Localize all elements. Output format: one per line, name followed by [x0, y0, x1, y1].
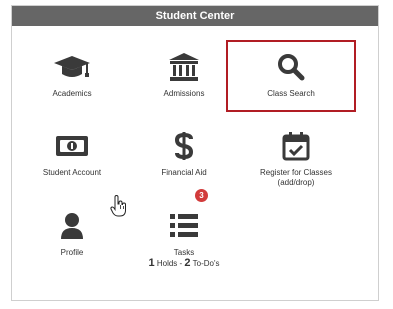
dollar-icon [129, 131, 239, 161]
tile-admissions[interactable]: Admissions [129, 52, 239, 99]
tile-label: Tasks [173, 248, 195, 257]
todos-label: To-Do's [192, 259, 220, 268]
tile-student-account[interactable]: Student Account [17, 131, 127, 178]
tile-label: Academics [52, 89, 92, 98]
tile-label: Admissions [163, 89, 205, 98]
search-icon [236, 52, 346, 82]
holds-label: Holds - [156, 259, 183, 268]
tile-label: Profile [60, 248, 84, 257]
tile-class-search[interactable]: Class Search [236, 52, 346, 99]
holds-count: 1 [148, 257, 155, 269]
money-icon [17, 131, 127, 161]
tile-financial-aid[interactable]: Financial Aid [129, 131, 239, 178]
hand-pointer-icon [110, 194, 128, 222]
graduation-cap-icon [17, 52, 127, 82]
tile-label: Class Search [267, 89, 315, 98]
calendar-check-icon [241, 131, 351, 161]
institution-icon [129, 52, 239, 82]
tile-label: Financial Aid [161, 168, 207, 177]
tile-academics[interactable]: Academics [17, 52, 127, 99]
list-icon [129, 211, 239, 241]
tile-label: Register for Classes [259, 168, 333, 177]
tile-register-for-classes[interactable]: Register for Classes (add/drop) [241, 131, 351, 188]
tile-tasks[interactable]: Tasks 1 Holds - 2 To-Do's [129, 211, 239, 269]
tasks-badge: 3 [195, 189, 208, 202]
panel-header: Student Center [12, 6, 378, 26]
tile-label-secondary: (add/drop) [277, 178, 315, 187]
todos-count: 2 [184, 257, 191, 269]
tile-label: Student Account [42, 168, 102, 177]
